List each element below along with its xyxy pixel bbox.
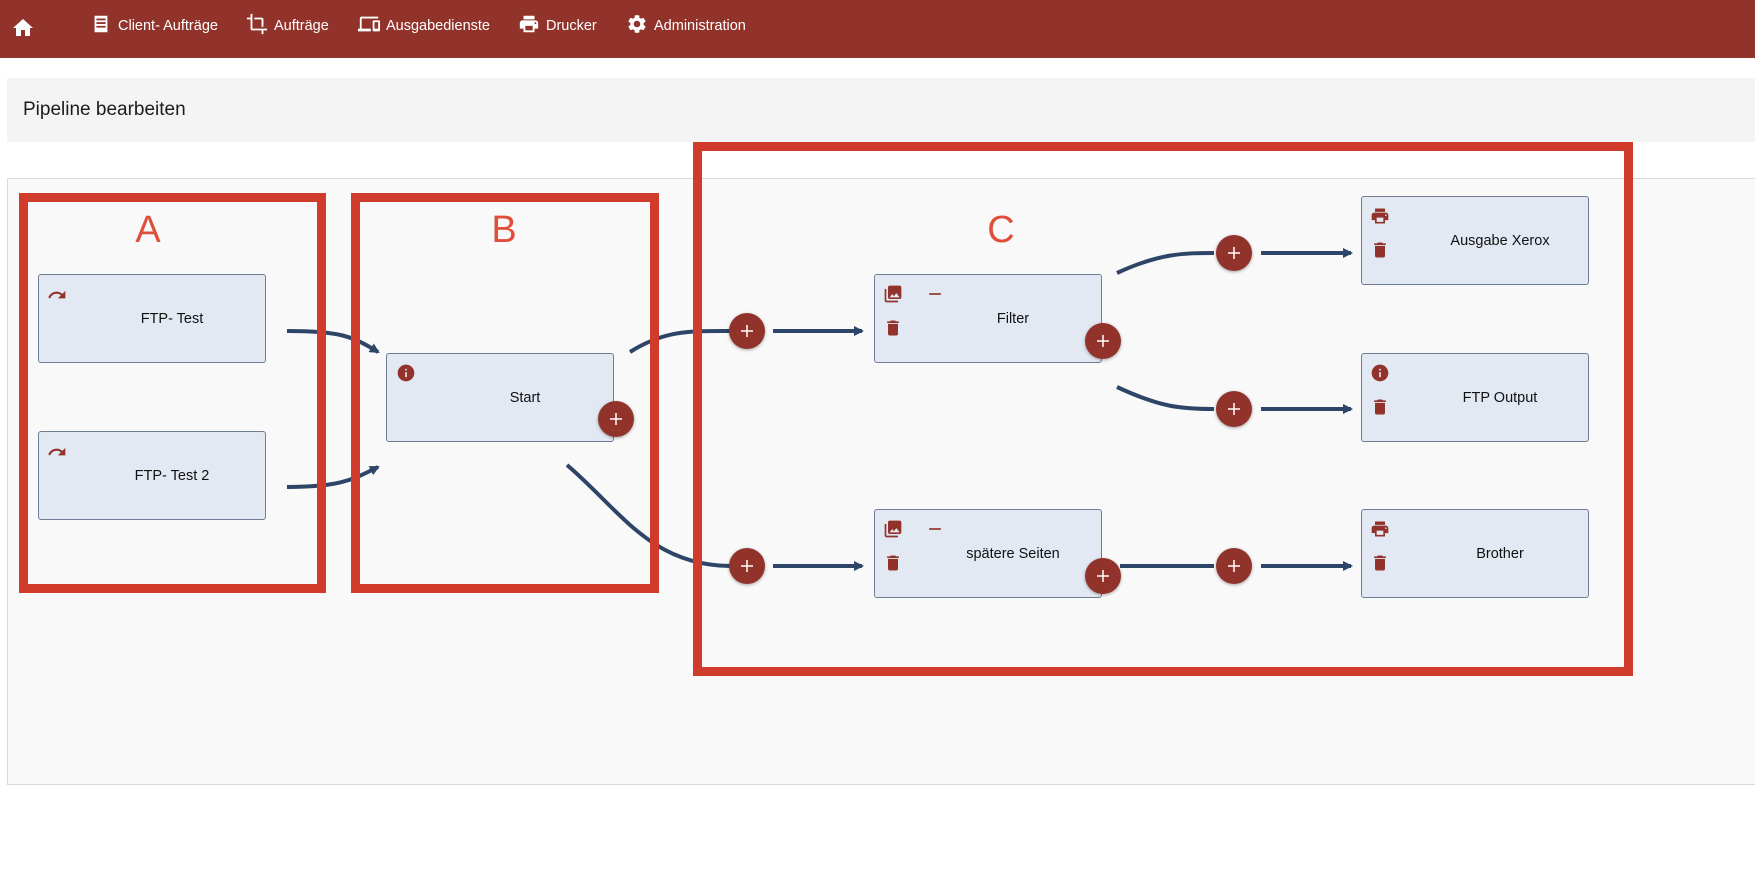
nav-administration[interactable]: Administration [626,0,746,52]
nav-ausgabedienste[interactable]: Ausgabedienste [358,0,490,52]
nav-client-auftraege[interactable]: Client- Aufträge [90,0,218,52]
nav-label: Administration [654,18,746,34]
annotation-region-c [693,142,1633,676]
printer-icon [518,13,540,39]
annotation-region-b [351,193,659,593]
home-icon[interactable] [11,16,35,40]
annotation-label-b: B [491,209,517,251]
nav-label: Client- Aufträge [118,18,218,34]
page-title: Pipeline bearbeiten [23,99,186,120]
gear-icon [626,13,648,39]
crop-icon [246,13,268,39]
nav-drucker[interactable]: Drucker [518,0,597,52]
annotation-region-a [19,193,326,593]
annotation-label-a: A [135,209,161,251]
nav-label: Aufträge [274,18,329,34]
nav-label: Ausgabedienste [386,18,490,34]
annotation-label-c: C [987,209,1015,251]
nav-label: Drucker [546,18,597,34]
top-nav-bar: Client- Aufträge Aufträge Ausgabedienste… [0,0,1755,58]
devices-icon [358,13,380,39]
nav-auftraege[interactable]: Aufträge [246,0,329,52]
page-header: Pipeline bearbeiten [7,78,1755,142]
list-document-icon [90,13,112,39]
